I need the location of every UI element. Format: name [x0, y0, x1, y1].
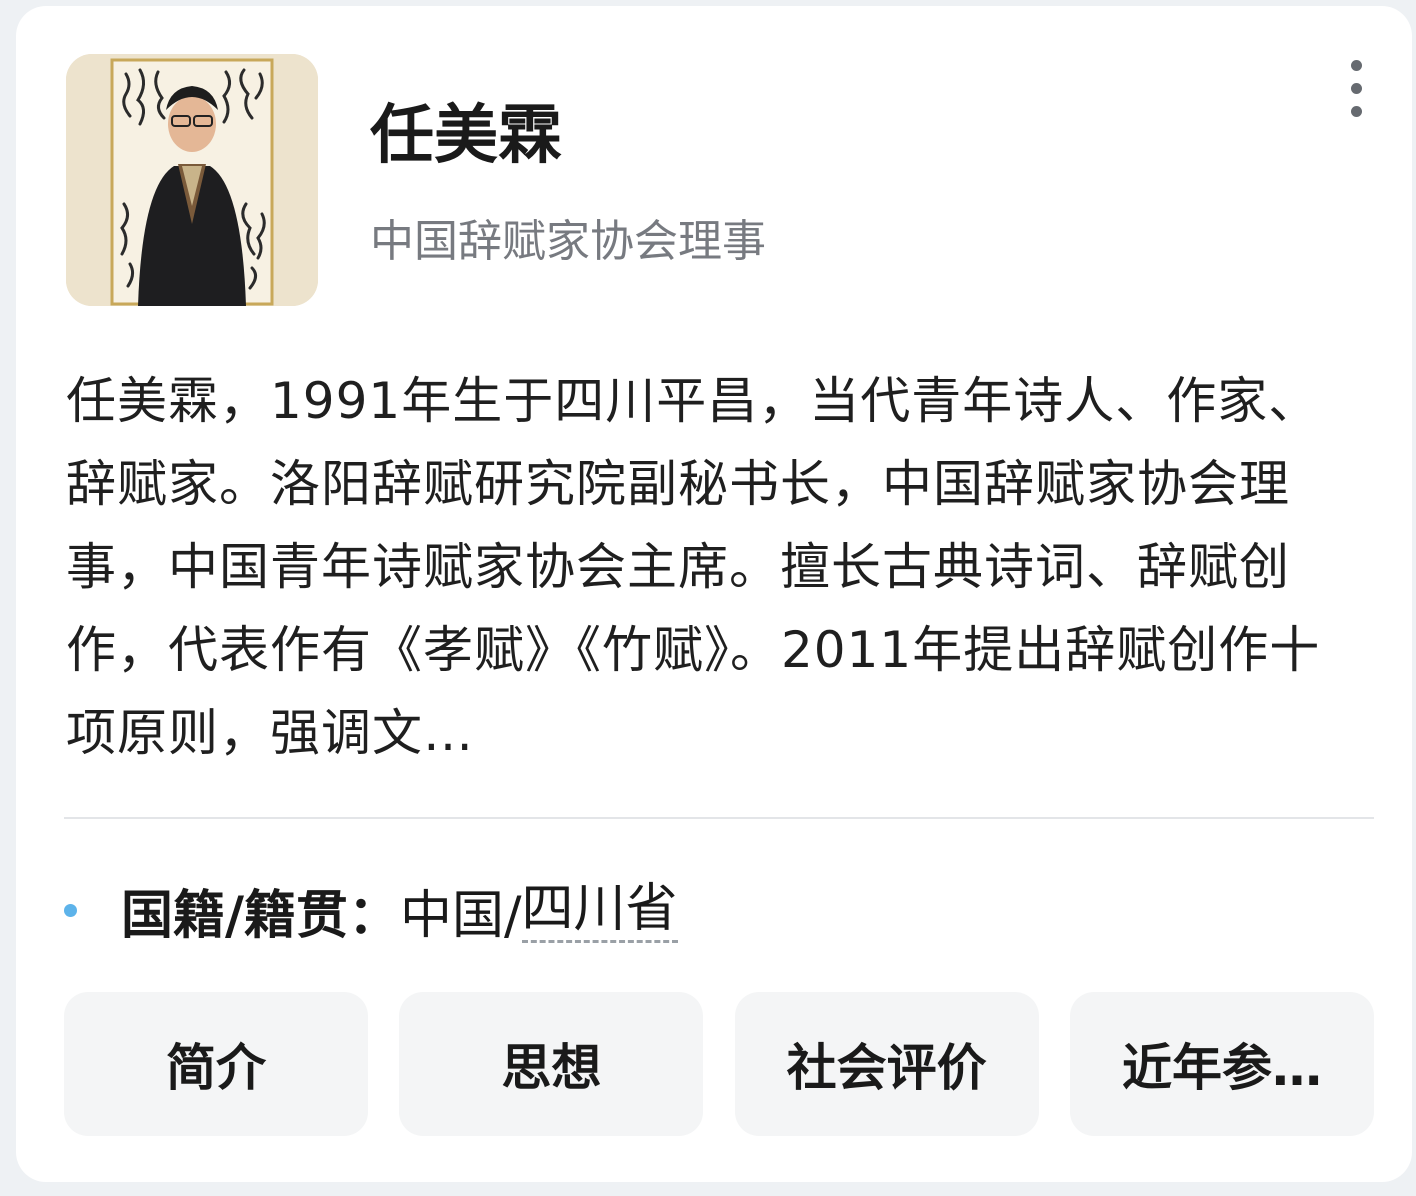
fact-value-link[interactable]: 四川省	[521, 878, 678, 943]
fact-row-nationality: 国籍/籍贯： 中国/ 四川省	[64, 870, 678, 950]
section-tabs: 简介 思想 社会评价 近年参…	[64, 992, 1374, 1136]
menu-dot	[1351, 60, 1362, 71]
menu-dot	[1351, 106, 1362, 117]
profile-name: 任美霖	[370, 99, 562, 173]
person-photo-icon	[66, 54, 318, 306]
profile-card: 任美霖 中国辞赋家协会理事 任美霖，1991年生于四川平昌，当代青年诗人、作家、…	[16, 6, 1412, 1182]
profile-description[interactable]: 任美霖，1991年生于四川平昌，当代青年诗人、作家、辞赋家。洛阳辞赋研究院副秘书…	[66, 360, 1336, 775]
bullet-icon	[64, 903, 77, 917]
fact-value: 中国/	[400, 885, 522, 946]
more-vertical-icon[interactable]	[1342, 60, 1372, 118]
tab-recent[interactable]: 近年参…	[1069, 992, 1374, 1136]
tab-thought[interactable]: 思想	[399, 992, 704, 1136]
avatar[interactable]	[66, 54, 318, 306]
profile-title: 中国辞赋家协会理事	[370, 216, 766, 267]
menu-dot	[1351, 83, 1362, 94]
fact-label: 国籍/籍贯：	[121, 885, 400, 946]
tab-intro[interactable]: 简介	[64, 992, 368, 1136]
divider	[64, 817, 1374, 819]
tab-social-evaluation[interactable]: 社会评价	[734, 992, 1039, 1136]
